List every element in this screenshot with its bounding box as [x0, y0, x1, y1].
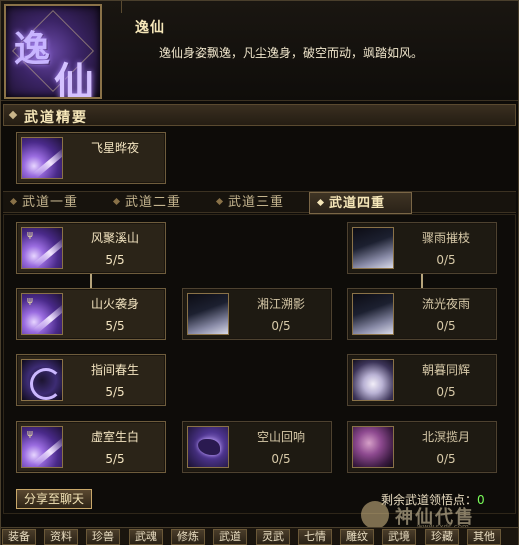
bottom-tab-other[interactable]: 其他: [467, 529, 501, 545]
skill-level: 0/5: [436, 253, 456, 267]
tab-label: 武道一重: [22, 195, 79, 210]
tab-diamond-icon: [316, 198, 325, 207]
skill-card[interactable]: ψ 山火袭身 5/5: [16, 288, 166, 340]
rank-mark-icon: ψ: [27, 296, 33, 306]
tier-tabs: 武道一重 武道二重 武道三重 武道四重: [3, 191, 516, 214]
bottom-tab-training[interactable]: 修炼: [171, 529, 205, 545]
bottom-tab-profile[interactable]: 资料: [44, 529, 78, 545]
skill-level: 5/5: [105, 385, 125, 399]
skill-level: 5/5: [105, 452, 125, 466]
skill-name: 风聚溪山: [90, 231, 139, 245]
tab-tier-3[interactable]: 武道三重: [209, 192, 312, 214]
page-description: 逸仙身姿飘逸，凡尘逸身，破空而动，飒踏如风。: [159, 46, 424, 60]
white-bloom-icon: [352, 359, 394, 401]
emblem-char-2: 仙: [54, 59, 94, 99]
emblem-char-1: 逸: [14, 28, 51, 70]
yixian-emblem-icon: 逸 仙: [4, 4, 102, 99]
essentials-section-bar: 武道精要: [3, 104, 516, 126]
essentials-section-label: 武道精要: [24, 110, 88, 126]
tree-connector: [90, 274, 92, 288]
skill-name: 朝暮同辉: [421, 363, 470, 377]
skill-card[interactable]: 朝暮同辉 0/5: [347, 354, 497, 406]
bottom-tab-equipment[interactable]: 装备: [2, 529, 36, 545]
mist-icon: [187, 293, 229, 335]
tab-label: 武道三重: [228, 195, 285, 210]
skill-name: 流光夜雨: [421, 297, 470, 311]
mist-icon: [352, 293, 394, 335]
tree-connector: [421, 274, 423, 288]
bottom-tab-bar: 装备 资料 珍兽 武魂 修炼 武道 灵武 七情 雕纹 武境 珍藏 其他: [1, 527, 518, 545]
purple-shooting-star-icon: [21, 137, 63, 179]
skill-card[interactable]: ψ 虚室生白 5/5: [16, 421, 166, 473]
bottom-tab-collection[interactable]: 珍藏: [425, 529, 459, 545]
rank-mark-icon: ψ: [27, 429, 33, 439]
skill-name: 北溟揽月: [421, 430, 470, 444]
purple-streak-icon: ψ: [21, 426, 63, 468]
skill-level: 5/5: [105, 253, 125, 267]
page-title: 逸仙: [135, 20, 165, 36]
skill-level: 0/5: [271, 452, 291, 466]
skill-name: 空山回响: [256, 430, 305, 444]
essential-skill-name: 飞星晔夜: [90, 141, 139, 155]
skill-card[interactable]: ψ 风聚溪山 5/5: [16, 222, 166, 274]
violet-comet-icon: [187, 426, 229, 468]
bottom-tab-carving[interactable]: 雕纹: [340, 529, 374, 545]
purple-streak-icon: ψ: [21, 227, 63, 269]
tab-tier-1[interactable]: 武道一重: [3, 192, 106, 214]
skill-level: 0/5: [436, 452, 456, 466]
bottom-tab-realm[interactable]: 武境: [382, 529, 416, 545]
bottom-tab-martial[interactable]: 武道: [213, 529, 247, 545]
share-to-chat-button[interactable]: 分享至聊天: [16, 489, 92, 509]
rank-mark-icon: ψ: [27, 230, 33, 240]
header: 逸 仙 逸仙 逸仙身姿飘逸，凡尘逸身，破空而动，飒踏如风。: [1, 1, 518, 101]
section-diamond-icon: [8, 110, 18, 120]
skill-card[interactable]: 骤雨摧枝 0/5: [347, 222, 497, 274]
tab-tier-2[interactable]: 武道二重: [106, 192, 209, 214]
skill-level: 0/5: [436, 319, 456, 333]
tab-label: 武道二重: [125, 195, 182, 210]
rose-moon-icon: [352, 426, 394, 468]
skill-name: 山火袭身: [90, 297, 139, 311]
tab-diamond-icon: [112, 197, 121, 206]
skill-name: 指间春生: [90, 363, 139, 377]
skill-card[interactable]: 指间春生 5/5: [16, 354, 166, 406]
crescent-ring-icon: [21, 359, 63, 401]
skill-card[interactable]: 湘江溯影 0/5: [182, 288, 332, 340]
skill-name: 湘江溯影: [256, 297, 305, 311]
bottom-tab-spirit[interactable]: 灵武: [256, 529, 290, 545]
skill-level: 5/5: [105, 319, 125, 333]
header-accent: [121, 1, 161, 13]
bottom-tab-pets[interactable]: 珍兽: [86, 529, 120, 545]
essential-skill-card[interactable]: 飞星晔夜: [16, 132, 166, 184]
skill-name: 虚室生白: [90, 430, 139, 444]
skill-card[interactable]: 空山回响 0/5: [182, 421, 332, 473]
skill-card[interactable]: 北溟揽月 0/5: [347, 421, 497, 473]
martial-path-panel: 逸 仙 逸仙 逸仙身姿飘逸，凡尘逸身，破空而动，飒踏如风。 武道精要 飞星晔夜 …: [0, 0, 519, 545]
tab-label: 武道四重: [329, 196, 386, 211]
mist-icon: [352, 227, 394, 269]
tab-diamond-icon: [9, 197, 18, 206]
skill-name: 骤雨摧枝: [421, 231, 470, 245]
tab-diamond-icon: [215, 197, 224, 206]
tab-tier-4[interactable]: 武道四重: [309, 192, 412, 214]
skill-card[interactable]: 流光夜雨 0/5: [347, 288, 497, 340]
purple-streak-icon: ψ: [21, 293, 63, 335]
watermark-logo-icon: [361, 501, 389, 529]
bottom-tab-emotions[interactable]: 七情: [298, 529, 332, 545]
skill-level: 0/5: [271, 319, 291, 333]
skill-level: 0/5: [436, 385, 456, 399]
bottom-tab-soul[interactable]: 武魂: [129, 529, 163, 545]
